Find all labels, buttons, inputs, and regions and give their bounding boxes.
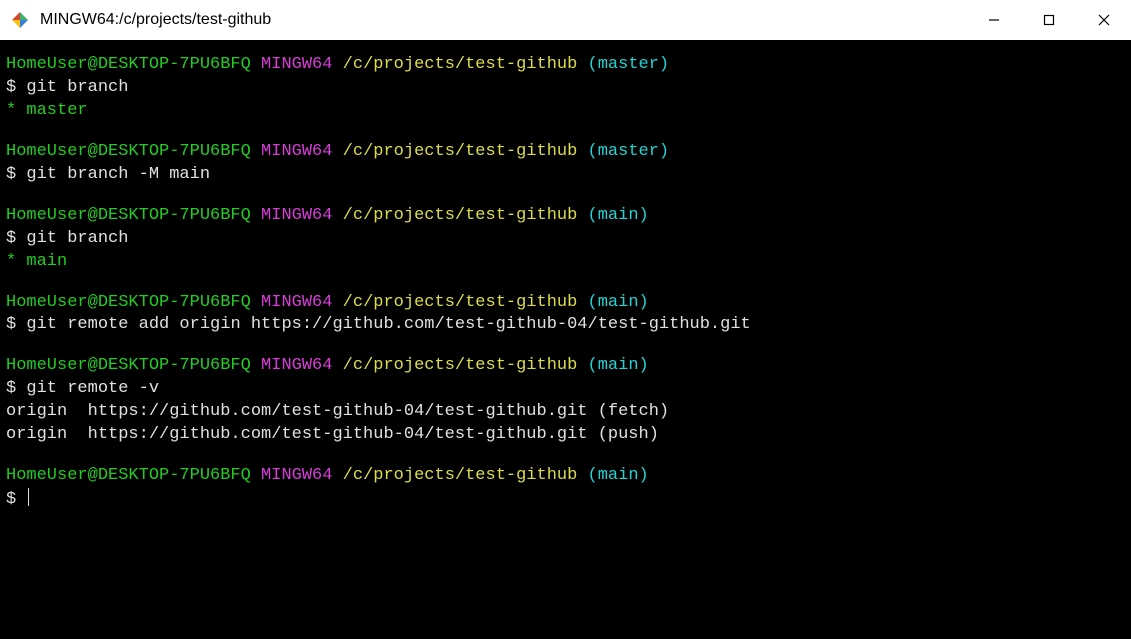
command-line: $ git remote add origin https://github.c… bbox=[6, 314, 1125, 337]
output-line: * master bbox=[6, 100, 1125, 123]
terminal-block: HomeUser@DESKTOP-7PU6BFQ MINGW64 /c/proj… bbox=[6, 205, 1125, 274]
prompt-branch: (main) bbox=[588, 206, 649, 225]
prompt-path: /c/projects/test-github bbox=[343, 142, 578, 161]
command-line: $ git branch -M main bbox=[6, 164, 1125, 187]
close-button[interactable] bbox=[1076, 0, 1131, 40]
prompt-path: /c/projects/test-github bbox=[343, 55, 578, 74]
prompt-line: HomeUser@DESKTOP-7PU6BFQ MINGW64 /c/proj… bbox=[6, 205, 1125, 228]
command-text: git branch bbox=[26, 78, 128, 97]
prompt-userhost: HomeUser@DESKTOP-7PU6BFQ bbox=[6, 356, 251, 375]
prompt-line: HomeUser@DESKTOP-7PU6BFQ MINGW64 /c/proj… bbox=[6, 54, 1125, 77]
prompt-line: HomeUser@DESKTOP-7PU6BFQ MINGW64 /c/proj… bbox=[6, 355, 1125, 378]
prompt-path: /c/projects/test-github bbox=[343, 356, 578, 375]
prompt-branch: (main) bbox=[588, 466, 649, 485]
title-bar[interactable]: MINGW64:/c/projects/test-github bbox=[0, 0, 1131, 40]
output-line: origin https://github.com/test-github-04… bbox=[6, 424, 1125, 447]
prompt-env: MINGW64 bbox=[261, 206, 332, 225]
maximize-button[interactable] bbox=[1021, 0, 1076, 40]
prompt-branch: (main) bbox=[588, 293, 649, 312]
terminal-output[interactable]: HomeUser@DESKTOP-7PU6BFQ MINGW64 /c/proj… bbox=[0, 40, 1131, 639]
terminal-block: HomeUser@DESKTOP-7PU6BFQ MINGW64 /c/proj… bbox=[6, 54, 1125, 123]
prompt-env: MINGW64 bbox=[261, 293, 332, 312]
window-buttons bbox=[966, 0, 1131, 40]
command-line: $ git remote -v bbox=[6, 378, 1125, 401]
prompt-symbol: $ bbox=[6, 379, 26, 398]
prompt-env: MINGW64 bbox=[261, 466, 332, 485]
prompt-branch: (main) bbox=[588, 356, 649, 375]
command-text: git branch -M main bbox=[26, 165, 210, 184]
minimize-button[interactable] bbox=[966, 0, 1021, 40]
command-line: $ bbox=[6, 488, 1125, 512]
prompt-path: /c/projects/test-github bbox=[343, 466, 578, 485]
terminal-block: HomeUser@DESKTOP-7PU6BFQ MINGW64 /c/proj… bbox=[6, 465, 1125, 512]
terminal-block: HomeUser@DESKTOP-7PU6BFQ MINGW64 /c/proj… bbox=[6, 355, 1125, 447]
terminal-block: HomeUser@DESKTOP-7PU6BFQ MINGW64 /c/proj… bbox=[6, 141, 1125, 187]
command-text: git branch bbox=[26, 229, 128, 248]
prompt-userhost: HomeUser@DESKTOP-7PU6BFQ bbox=[6, 55, 251, 74]
prompt-env: MINGW64 bbox=[261, 356, 332, 375]
output-line: origin https://github.com/test-github-04… bbox=[6, 401, 1125, 424]
prompt-symbol: $ bbox=[6, 165, 26, 184]
prompt-userhost: HomeUser@DESKTOP-7PU6BFQ bbox=[6, 293, 251, 312]
prompt-userhost: HomeUser@DESKTOP-7PU6BFQ bbox=[6, 142, 251, 161]
prompt-branch: (master) bbox=[588, 142, 670, 161]
prompt-path: /c/projects/test-github bbox=[343, 293, 578, 312]
prompt-symbol: $ bbox=[6, 78, 26, 97]
prompt-line: HomeUser@DESKTOP-7PU6BFQ MINGW64 /c/proj… bbox=[6, 141, 1125, 164]
prompt-path: /c/projects/test-github bbox=[343, 206, 578, 225]
prompt-line: HomeUser@DESKTOP-7PU6BFQ MINGW64 /c/proj… bbox=[6, 465, 1125, 488]
prompt-branch: (master) bbox=[588, 55, 670, 74]
cursor bbox=[28, 488, 29, 506]
prompt-userhost: HomeUser@DESKTOP-7PU6BFQ bbox=[6, 466, 251, 485]
command-line: $ git branch bbox=[6, 228, 1125, 251]
terminal-block: HomeUser@DESKTOP-7PU6BFQ MINGW64 /c/proj… bbox=[6, 292, 1125, 338]
prompt-symbol: $ bbox=[6, 315, 26, 334]
prompt-symbol: $ bbox=[6, 490, 26, 509]
app-icon bbox=[10, 10, 30, 30]
prompt-symbol: $ bbox=[6, 229, 26, 248]
command-text: git remote add origin https://github.com… bbox=[26, 315, 750, 334]
command-line: $ git branch bbox=[6, 77, 1125, 100]
window-title: MINGW64:/c/projects/test-github bbox=[40, 11, 966, 29]
prompt-env: MINGW64 bbox=[261, 142, 332, 161]
prompt-userhost: HomeUser@DESKTOP-7PU6BFQ bbox=[6, 206, 251, 225]
command-text: git remote -v bbox=[26, 379, 159, 398]
output-line: * main bbox=[6, 251, 1125, 274]
prompt-line: HomeUser@DESKTOP-7PU6BFQ MINGW64 /c/proj… bbox=[6, 292, 1125, 315]
prompt-env: MINGW64 bbox=[261, 55, 332, 74]
